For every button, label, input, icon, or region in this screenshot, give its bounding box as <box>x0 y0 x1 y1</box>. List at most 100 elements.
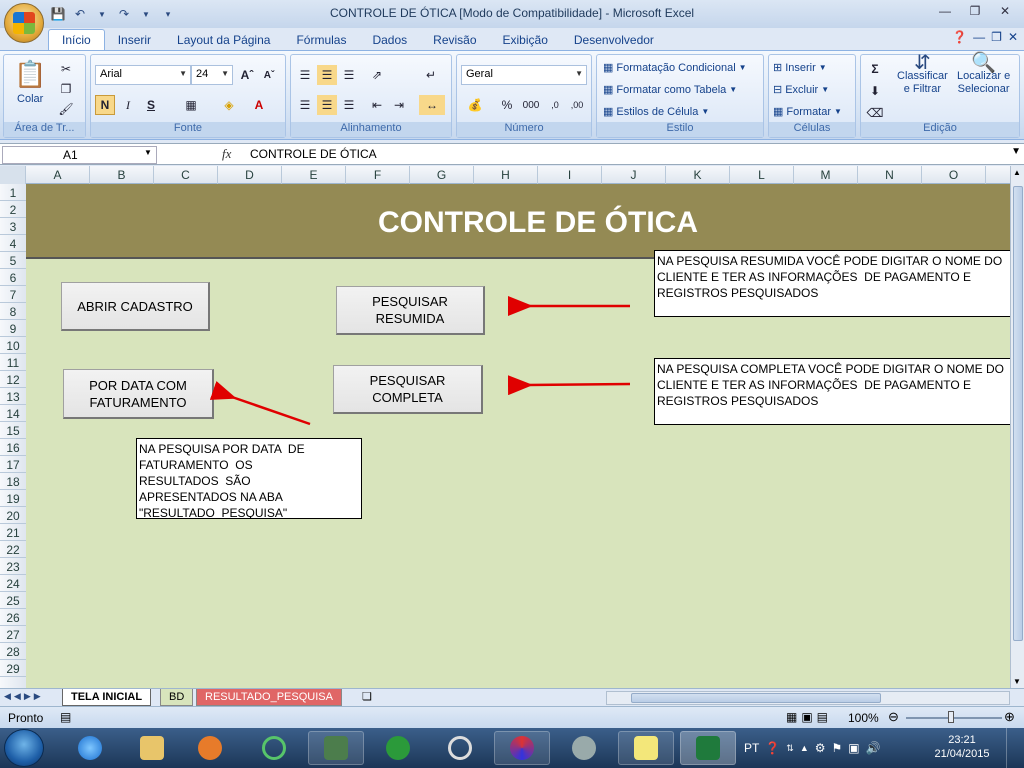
column-header-e[interactable]: E <box>282 166 346 184</box>
format-table-button[interactable]: ▦ Formatar como Tabela ▼ <box>603 83 737 97</box>
show-desktop-button[interactable] <box>1006 728 1024 768</box>
font-color-icon[interactable]: A <box>249 95 269 115</box>
column-header-j[interactable]: J <box>602 166 666 184</box>
row-header-23[interactable]: 23 <box>0 558 26 575</box>
row-header-12[interactable]: 12 <box>0 371 26 388</box>
row-header-11[interactable]: 11 <box>0 354 26 371</box>
tab-desenvolvedor[interactable]: Desenvolvedor <box>561 30 667 50</box>
align-left-icon[interactable]: ☰ <box>295 95 315 115</box>
row-header-1[interactable]: 1 <box>0 184 26 201</box>
formula-content[interactable]: CONTROLE DE ÓTICA <box>250 147 377 161</box>
column-header-d[interactable]: D <box>218 166 282 184</box>
app-swirl-icon[interactable] <box>494 731 550 765</box>
show-hidden-icon[interactable]: ▲ <box>800 743 809 753</box>
row-header-28[interactable]: 28 <box>0 643 26 660</box>
percent-button[interactable]: % <box>497 95 517 115</box>
help-tray-icon[interactable]: ❓ <box>765 741 780 755</box>
vertical-scrollbar[interactable]: ▲ ▼ <box>1010 166 1024 688</box>
fill-color-icon[interactable]: ◈ <box>219 95 239 115</box>
row-header-26[interactable]: 26 <box>0 609 26 626</box>
align-middle-icon[interactable]: ☰ <box>317 65 337 85</box>
column-header-o[interactable]: O <box>922 166 986 184</box>
row-header-29[interactable]: 29 <box>0 660 26 677</box>
tab-revisao[interactable]: Revisão <box>420 30 489 50</box>
expand-formula-icon[interactable]: ▼ <box>1011 146 1021 157</box>
new-sheet-icon[interactable]: ❏ <box>362 690 372 703</box>
name-box[interactable]: A1 <box>2 146 157 164</box>
cell-styles-button[interactable]: ▦ Estilos de Célula ▼ <box>603 105 709 119</box>
grow-font-icon[interactable]: Aˆ <box>237 65 257 85</box>
shrink-font-icon[interactable]: Aˇ <box>259 65 279 85</box>
task-manager-icon[interactable] <box>308 731 364 765</box>
row-header-4[interactable]: 4 <box>0 235 26 252</box>
column-header-b[interactable]: B <box>90 166 154 184</box>
zoom-in-icon[interactable]: ⊕ <box>1004 709 1015 725</box>
sheet-tab-tela-inicial[interactable]: TELA INICIAL <box>62 689 152 706</box>
row-header-6[interactable]: 6 <box>0 269 26 286</box>
fill-icon[interactable]: ⬇ <box>865 81 885 101</box>
column-header-g[interactable]: G <box>410 166 474 184</box>
row-header-2[interactable]: 2 <box>0 201 26 218</box>
row-header-20[interactable]: 20 <box>0 507 26 524</box>
column-header-a[interactable]: A <box>26 166 90 184</box>
align-bottom-icon[interactable]: ☰ <box>339 65 359 85</box>
speaker-app-icon[interactable] <box>556 731 612 765</box>
decrease-decimal-icon[interactable]: ,00 <box>567 95 587 115</box>
increase-decimal-icon[interactable]: ,0 <box>545 95 565 115</box>
column-header-k[interactable]: K <box>666 166 730 184</box>
align-top-icon[interactable]: ☰ <box>295 65 315 85</box>
vertical-scroll-thumb[interactable] <box>1013 186 1023 641</box>
italic-button[interactable]: I <box>118 95 138 115</box>
clock[interactable]: 23:21 21/04/2015 <box>932 733 992 761</box>
row-header-25[interactable]: 25 <box>0 592 26 609</box>
insert-function-icon[interactable]: fx <box>222 146 231 162</box>
insert-cells-button[interactable]: ⊞ Inserir ▼ <box>773 61 827 75</box>
autosum-icon[interactable]: Σ <box>865 59 885 79</box>
sticky-notes-icon[interactable] <box>618 731 674 765</box>
scroll-down-icon[interactable]: ▼ <box>1013 677 1021 686</box>
zoom-slider-thumb[interactable] <box>948 711 954 723</box>
row-header-14[interactable]: 14 <box>0 405 26 422</box>
row-header-15[interactable]: 15 <box>0 422 26 439</box>
orientation-icon[interactable]: ⇗ <box>367 65 387 85</box>
column-header-l[interactable]: L <box>730 166 794 184</box>
app-zero-icon[interactable] <box>432 731 488 765</box>
close-icon[interactable]: ✕ <box>992 2 1018 20</box>
row-header-18[interactable]: 18 <box>0 473 26 490</box>
scroll-up-icon[interactable]: ▲ <box>1013 168 1021 177</box>
align-center-icon[interactable]: ☰ <box>317 95 337 115</box>
tab-dados[interactable]: Dados <box>359 30 420 50</box>
app-green-icon[interactable] <box>370 731 426 765</box>
row-header-13[interactable]: 13 <box>0 388 26 405</box>
merge-center-icon[interactable]: ↔ <box>419 95 445 115</box>
sheet-tab-bd[interactable]: BD <box>160 689 194 706</box>
ribbon-close-icon[interactable]: ✕ <box>1008 30 1018 44</box>
row-header-3[interactable]: 3 <box>0 218 26 235</box>
column-header-n[interactable]: N <box>858 166 922 184</box>
macro-record-icon[interactable]: ▤ <box>60 710 71 724</box>
align-right-icon[interactable]: ☰ <box>339 95 359 115</box>
row-header-9[interactable]: 9 <box>0 320 26 337</box>
tray-arrows-icon[interactable]: ⇅ <box>786 743 794 754</box>
select-all-corner[interactable] <box>0 166 26 184</box>
tab-inicio[interactable]: Início <box>48 29 105 50</box>
paste-button[interactable]: 📋 Colar <box>14 59 46 105</box>
row-header-19[interactable]: 19 <box>0 490 26 507</box>
monitor-icon[interactable]: ▣ <box>848 741 859 755</box>
row-header-21[interactable]: 21 <box>0 524 26 541</box>
zoom-out-icon[interactable]: ⊖ <box>888 709 899 725</box>
sheet-nav-icon[interactable]: ◀◀▶▶ <box>4 691 44 702</box>
windows-start-icon[interactable] <box>4 729 44 767</box>
zoom-slider[interactable] <box>906 717 1002 719</box>
worksheet[interactable]: CONTROLE DE ÓTICA ABRIR CADASTRO PESQUIS… <box>26 184 1010 688</box>
wrap-text-icon[interactable]: ↵ <box>421 65 441 85</box>
horizontal-scroll-thumb[interactable] <box>631 693 881 703</box>
network-icon[interactable]: ⚙ <box>815 741 826 755</box>
flag-icon[interactable]: ⚑ <box>832 741 843 755</box>
tab-exibicao[interactable]: Exibição <box>490 30 561 50</box>
office-button[interactable] <box>4 3 44 43</box>
column-header-h[interactable]: H <box>474 166 538 184</box>
column-header-m[interactable]: M <box>794 166 858 184</box>
explorer-icon[interactable] <box>124 731 180 765</box>
horizontal-scrollbar[interactable] <box>606 691 1010 705</box>
